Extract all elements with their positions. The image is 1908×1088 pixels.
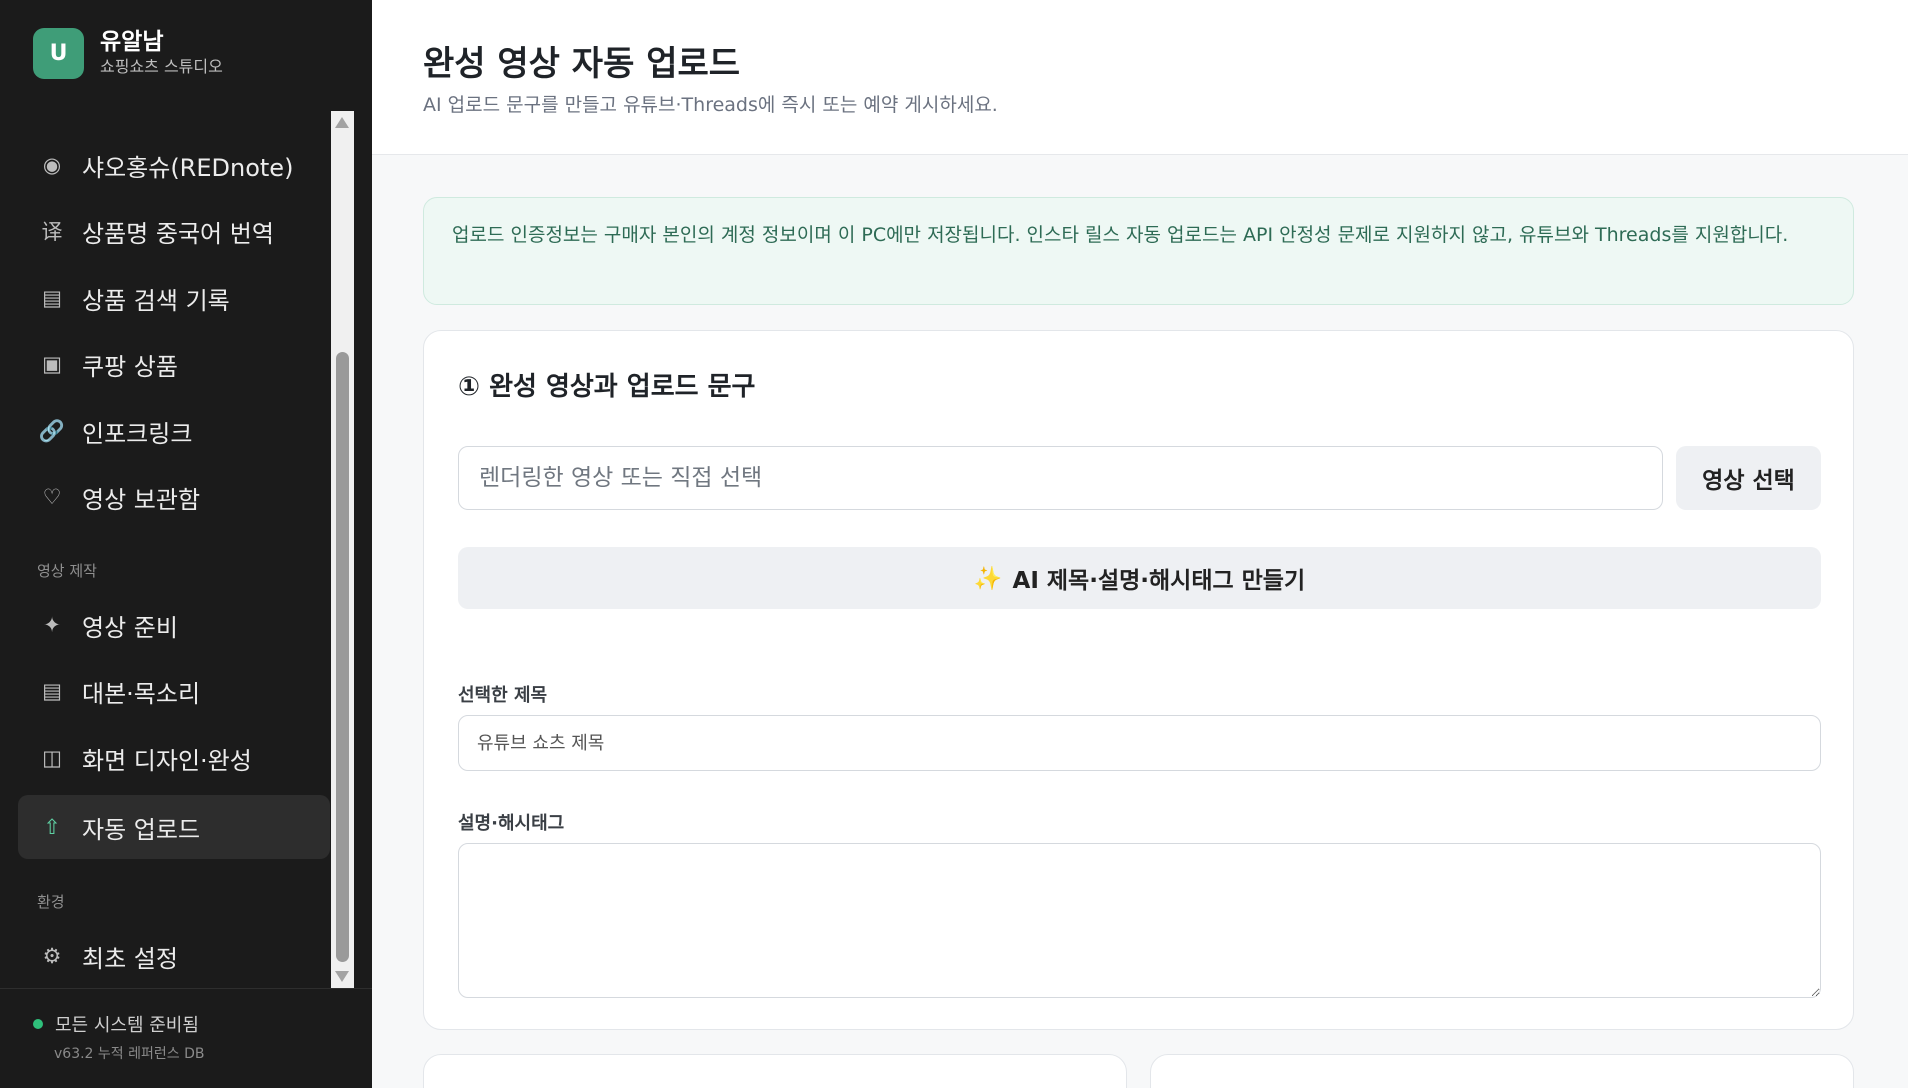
brand-subtitle: 쇼핑쇼츠 스튜디오 <box>100 57 223 76</box>
sidebar-item-auto-upload[interactable]: ⇧ 자동 업로드 <box>18 795 330 859</box>
sidebar-item-script-voice[interactable]: ▤ 대본·목소리 <box>18 659 330 723</box>
sidebar-item-translate[interactable]: 译 상품명 중국어 번역 <box>18 199 330 263</box>
sidebar-scrollbar[interactable] <box>331 111 354 988</box>
sidebar-item-rednote[interactable]: ◉ 샤오홍슈(REDnote) <box>18 133 330 197</box>
sidebar-item-label: 화면 디자인·완성 <box>82 746 252 775</box>
sidebar-item-label: 인포크링크 <box>82 419 193 448</box>
page-subtitle: AI 업로드 문구를 만들고 유튜브·Threads에 즉시 또는 예약 게시하… <box>423 94 998 116</box>
ai-generate-label: AI 제목·설명·해시태그 만들기 <box>1012 568 1306 594</box>
description-label: 설명·해시태그 <box>458 813 565 834</box>
record-icon: ◉ <box>42 153 62 177</box>
sidebar-item-coupang[interactable]: ▣ 쿠팡 상품 <box>18 332 330 396</box>
gear-icon: ⚙ <box>42 944 62 968</box>
ai-generate-button[interactable]: ✨ AI 제목·설명·해시태그 만들기 <box>458 547 1821 609</box>
upload-text-card: ① 완성 영상과 업로드 문구 영상 선택 ✨ AI 제목·설명·해시태그 만들… <box>423 330 1854 1030</box>
version-text: v63.2 누적 레퍼런스 DB <box>54 1046 205 1062</box>
status-text: 모든 시스템 준비됨 <box>55 1015 199 1036</box>
sidebar-item-label: 상품 검색 기록 <box>82 286 230 315</box>
heart-icon: ♡ <box>42 485 62 509</box>
system-status: 모든 시스템 준비됨 <box>33 1011 199 1037</box>
sidebar-item-search-history[interactable]: ▤ 상품 검색 기록 <box>18 266 330 330</box>
translate-icon: 译 <box>41 220 63 244</box>
sidebar-item-infolink[interactable]: 🔗 인포크링크 <box>18 399 330 463</box>
sidebar-item-label: 자동 업로드 <box>82 815 201 844</box>
link-icon: 🔗 <box>38 418 66 443</box>
sidebar-item-video-library[interactable]: ♡ 영상 보관함 <box>18 465 330 529</box>
upload-icon: ⇧ <box>43 815 61 839</box>
title-input[interactable] <box>458 715 1821 771</box>
scrollbar-thumb[interactable] <box>336 352 349 962</box>
sidebar-item-label: 최초 설정 <box>82 944 178 973</box>
description-textarea[interactable] <box>458 843 1821 998</box>
sidebar-nav: ◉ 샤오홍슈(REDnote) 译 상품명 중국어 번역 ▤ 상품 검색 기록 … <box>0 110 354 988</box>
script-icon: ▤ <box>42 679 62 703</box>
scroll-up-arrow-icon[interactable] <box>335 117 349 128</box>
card-title: ① 완성 영상과 업로드 문구 <box>458 372 756 402</box>
sidebar-footer: 모든 시스템 준비됨 v63.2 누적 레퍼런스 DB <box>0 988 372 1088</box>
logo: U <box>33 28 84 79</box>
sidebar-item-initial-setup[interactable]: ⚙ 최초 설정 <box>18 924 330 988</box>
brand-name: 유알남 <box>100 29 164 55</box>
scroll-down-arrow-icon[interactable] <box>335 971 349 982</box>
sidebar-item-screen-design[interactable]: ◫ 화면 디자인·완성 <box>18 726 330 790</box>
sidebar-item-label: 상품명 중국어 번역 <box>82 219 274 248</box>
list-icon: ▤ <box>42 286 62 310</box>
title-label: 선택한 제목 <box>458 685 548 706</box>
status-dot-icon <box>33 1019 43 1029</box>
sidebar-item-label: 대본·목소리 <box>82 679 201 708</box>
bottom-card-left <box>423 1054 1127 1088</box>
section-label-env: 환경 <box>37 893 65 911</box>
brand[interactable]: U 유알남 쇼핑쇼츠 스튜디오 <box>33 28 223 79</box>
sparkle-icon: ✨ <box>973 565 1003 592</box>
page-title: 완성 영상 자동 업로드 <box>423 44 741 84</box>
sidebar: U 유알남 쇼핑쇼츠 스튜디오 ◉ 샤오홍슈(REDnote) 译 상품명 중국… <box>0 0 372 1088</box>
box-icon: ▣ <box>42 352 62 376</box>
info-notice: 업로드 인증정보는 구매자 본인의 계정 정보이며 이 PC에만 저장됩니다. … <box>423 197 1854 305</box>
sidebar-item-label: 영상 준비 <box>82 613 178 642</box>
video-path-input[interactable] <box>458 446 1663 510</box>
bottom-card-right <box>1150 1054 1854 1088</box>
sidebar-item-label: 샤오홍슈(REDnote) <box>82 153 294 182</box>
sidebar-item-label: 영상 보관함 <box>82 485 201 514</box>
layout-icon: ◫ <box>42 746 62 770</box>
page-header: 완성 영상 자동 업로드 AI 업로드 문구를 만들고 유튜브·Threads에… <box>372 0 1908 155</box>
sparkle-icon: ✦ <box>43 613 61 637</box>
section-label-production: 영상 제작 <box>37 562 97 580</box>
sidebar-item-label: 쿠팡 상품 <box>82 352 178 381</box>
sidebar-item-video-prep[interactable]: ✦ 영상 준비 <box>18 593 330 657</box>
select-video-button[interactable]: 영상 선택 <box>1676 446 1821 510</box>
